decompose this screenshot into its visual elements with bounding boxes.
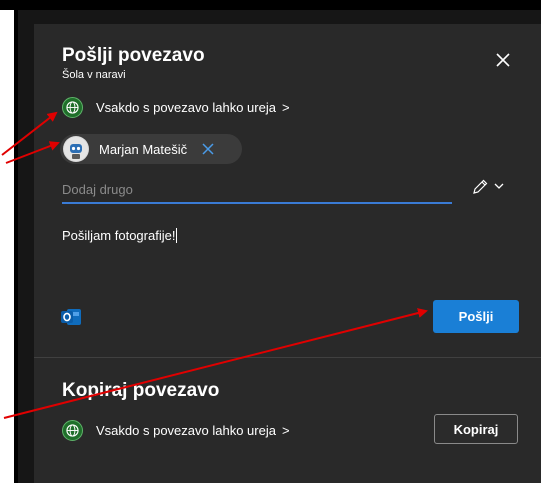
chevron-down-icon[interactable]: [493, 180, 505, 192]
avatar: [63, 136, 89, 162]
outlook-icon[interactable]: [60, 306, 82, 328]
copy-permission-setting[interactable]: Vsakdo s povezavo lahko ureja >: [62, 419, 290, 441]
send-permission-label: Vsakdo s povezavo lahko ureja: [96, 99, 276, 115]
globe-icon: [62, 96, 83, 118]
pencil-icon[interactable]: [471, 178, 489, 196]
send-button[interactable]: Pošlji: [433, 300, 519, 333]
section-divider: [34, 357, 541, 358]
text-caret: [176, 228, 178, 243]
chevron-right-icon: >: [281, 99, 290, 115]
add-recipient-input[interactable]: [62, 177, 452, 204]
top-bar: [0, 0, 541, 10]
message-text: Pošiljam fotografije!: [62, 228, 176, 243]
left-margin: [0, 10, 14, 483]
copy-permission-label: Vsakdo s povezavo lahko ureja: [96, 422, 276, 438]
dialog-subtitle: Šola v naravi: [62, 69, 126, 81]
remove-recipient-icon[interactable]: [201, 142, 215, 156]
copy-link-title: Kopiraj povezavo: [62, 380, 220, 401]
recipient-name: Marjan Matešič: [99, 141, 188, 157]
message-field[interactable]: Pošiljam fotografije!: [62, 228, 178, 243]
chevron-right-icon: >: [281, 422, 290, 438]
copy-button[interactable]: Kopiraj: [434, 414, 518, 444]
close-icon[interactable]: [494, 51, 512, 69]
globe-icon: [62, 419, 83, 441]
recipient-chip[interactable]: Marjan Matešič: [60, 134, 242, 164]
dialog-title: Pošlji povezavo: [62, 45, 205, 66]
send-permission-setting[interactable]: Vsakdo s povezavo lahko ureja >: [62, 96, 290, 118]
